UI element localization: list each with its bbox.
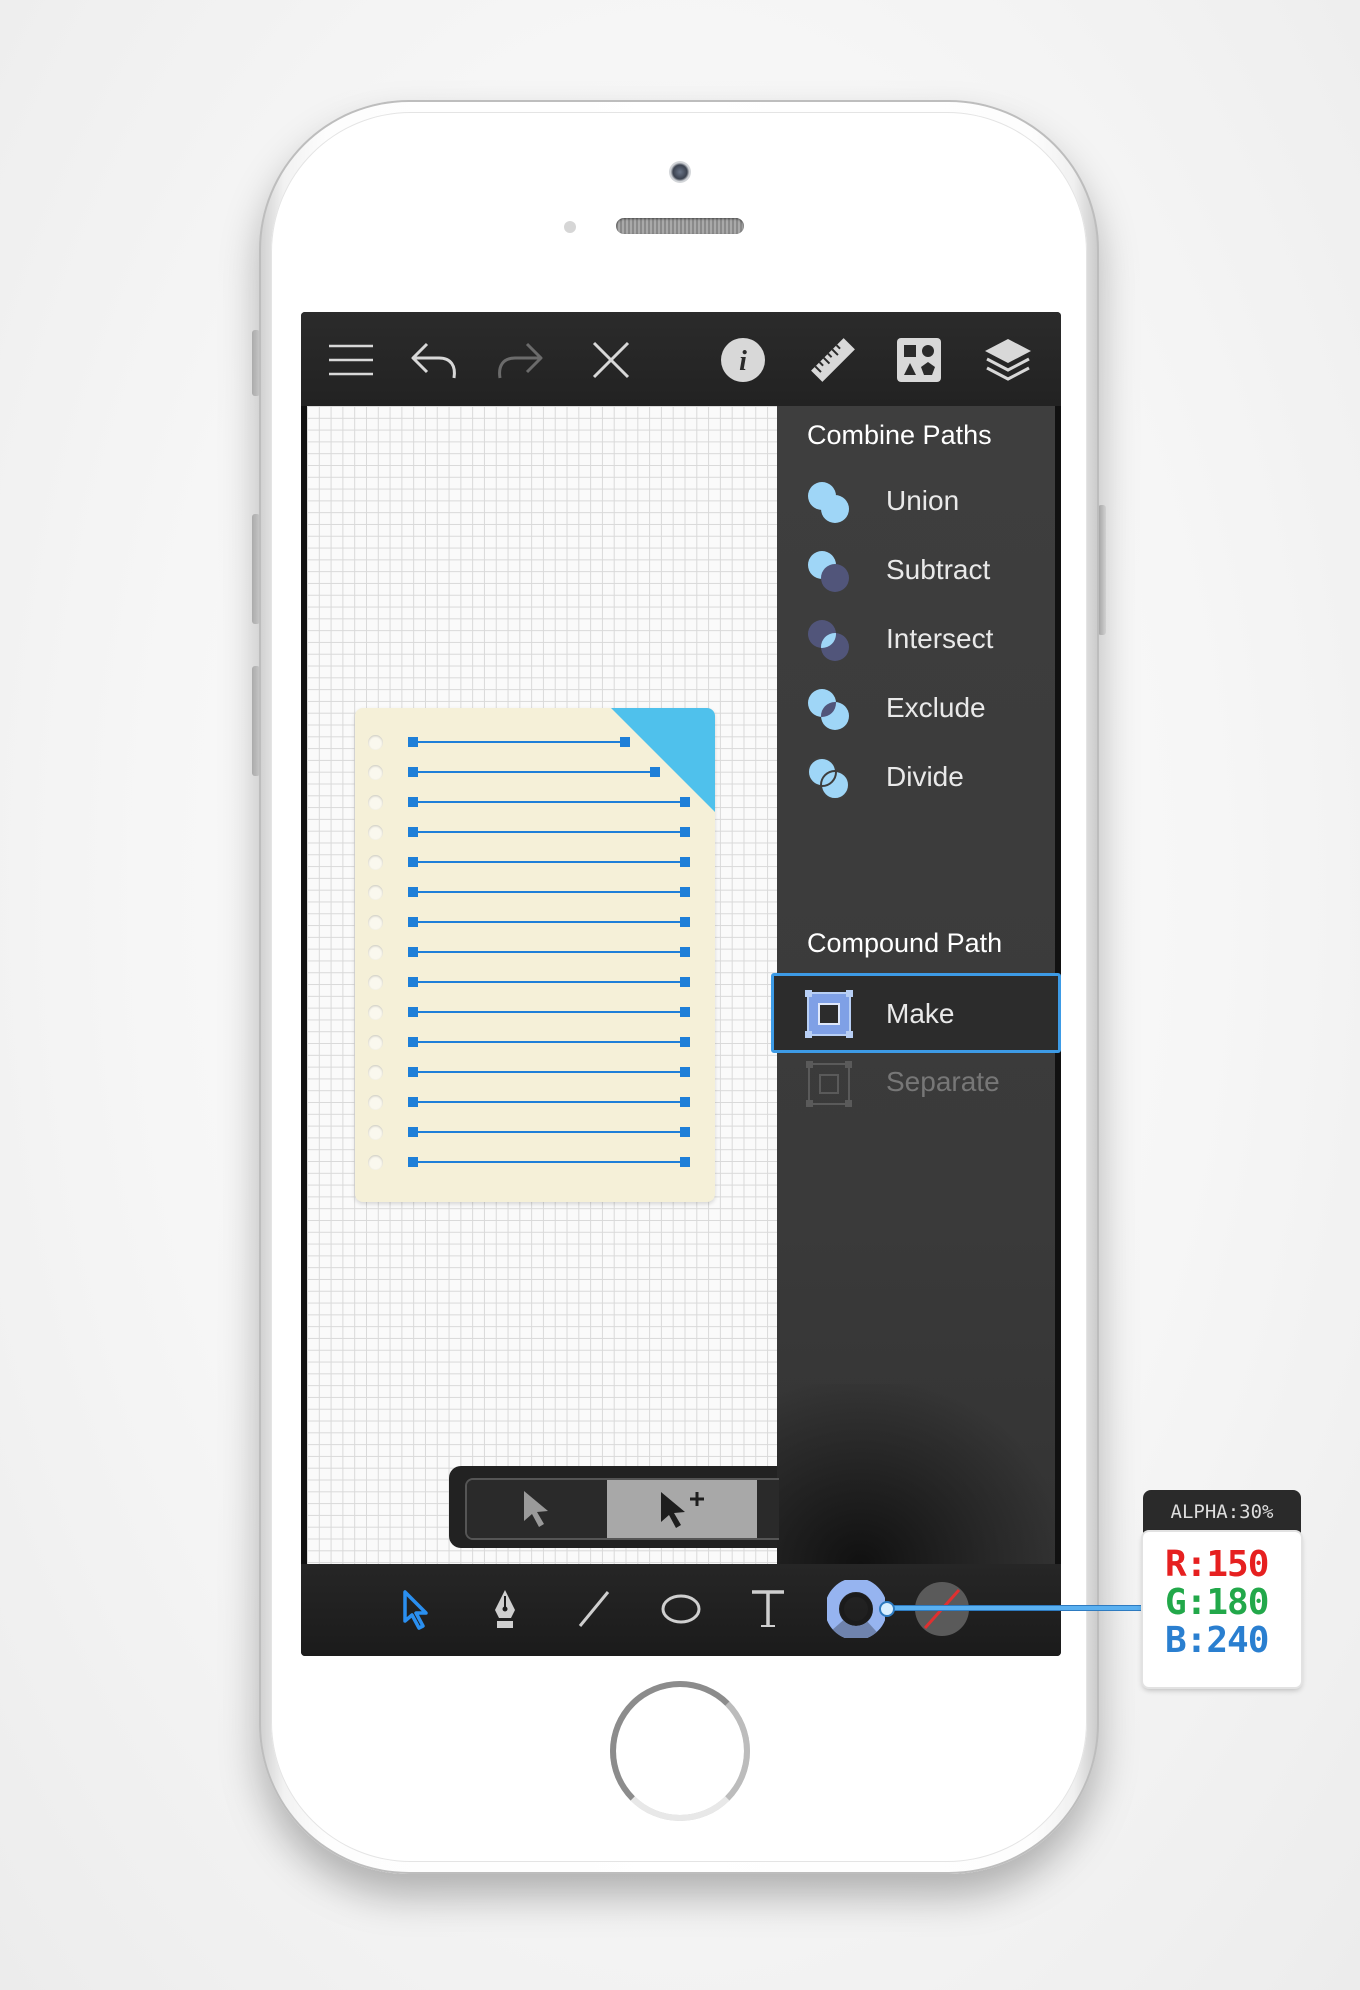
selection-arrow-icon[interactable] — [389, 1580, 447, 1638]
path-line[interactable] — [408, 1037, 690, 1047]
direct-select-mode[interactable] — [467, 1480, 607, 1538]
notepad-artwork[interactable] — [355, 708, 715, 1202]
red-value: R:150 — [1165, 1544, 1269, 1585]
make-label: Make — [886, 998, 955, 1029]
panel-shadow — [777, 1384, 1055, 1564]
notepad-hole — [368, 975, 383, 990]
shapes-icon[interactable] — [889, 330, 949, 390]
color-callout-anchor — [879, 1601, 895, 1617]
combine-paths-title: Combine Paths — [807, 420, 992, 450]
rgb-values-box: R:150 G:180 B:240 — [1143, 1532, 1301, 1687]
make-compound-item[interactable]: Make — [771, 973, 1061, 1053]
stroke-color-icon[interactable] — [827, 1580, 885, 1638]
intersect-label: Intersect — [886, 623, 994, 654]
divide-item[interactable]: Divide — [777, 737, 1055, 817]
mode-switch-edge — [757, 1480, 779, 1538]
svg-text:i: i — [739, 346, 747, 377]
power-button — [1098, 505, 1106, 635]
proximity-sensor — [564, 221, 576, 233]
layers-icon[interactable] — [978, 330, 1038, 390]
alpha-label: ALPHA:30% — [1143, 1490, 1301, 1534]
notepad-hole — [368, 1005, 383, 1020]
line-tool-icon[interactable] — [565, 1580, 623, 1638]
notepad-hole — [368, 765, 383, 780]
exclude-icon — [808, 689, 849, 730]
menu-icon[interactable] — [321, 330, 381, 390]
union-item[interactable]: Union — [777, 461, 1055, 541]
path-line[interactable] — [408, 947, 690, 957]
path-line[interactable] — [408, 827, 690, 837]
notepad-corner-fold — [611, 708, 715, 812]
top-toolbar: i — [301, 312, 1061, 406]
union-icon — [808, 482, 849, 523]
combine-paths-panel: Combine Paths Union Subtract Intersect E… — [771, 406, 1061, 1564]
notepad-hole — [368, 855, 383, 870]
exclude-label: Exclude — [886, 692, 986, 723]
divide-label: Divide — [886, 761, 964, 792]
make-compound-icon — [805, 990, 853, 1038]
notepad-hole — [368, 1125, 383, 1140]
app-screen: i Combine Paths Union Subtract Intersect… — [301, 312, 1061, 1656]
undo-icon[interactable] — [404, 330, 464, 390]
compound-path-title: Compound Path — [807, 928, 1003, 958]
notepad-hole — [368, 1035, 383, 1050]
selection-mode-switch — [449, 1466, 779, 1548]
notepad-hole — [368, 915, 383, 930]
path-line[interactable] — [408, 797, 690, 807]
separate-compound-icon — [806, 1061, 852, 1107]
pen-tool-icon[interactable] — [476, 1580, 534, 1638]
subtract-item[interactable]: Subtract — [777, 530, 1055, 610]
path-line[interactable] — [408, 917, 690, 927]
path-line[interactable] — [408, 1127, 690, 1137]
home-button[interactable] — [610, 1681, 750, 1821]
color-callout-line — [886, 1606, 1146, 1610]
notepad-hole — [368, 1065, 383, 1080]
ellipse-tool-icon[interactable] — [652, 1580, 710, 1638]
path-line[interactable] — [408, 1097, 690, 1107]
add-select-mode[interactable] — [607, 1480, 757, 1538]
intersect-item[interactable]: Intersect — [777, 599, 1055, 679]
earpiece-speaker — [616, 218, 744, 234]
text-tool-icon[interactable] — [739, 1580, 797, 1638]
notepad-hole — [368, 945, 383, 960]
drawing-canvas[interactable] — [307, 406, 777, 1564]
path-line[interactable] — [408, 767, 660, 777]
subtract-icon — [808, 551, 849, 592]
green-value: G:180 — [1165, 1582, 1269, 1623]
path-line[interactable] — [408, 857, 690, 867]
divide-icon — [807, 757, 850, 800]
union-label: Union — [886, 485, 960, 516]
notepad-hole — [368, 795, 383, 810]
redo-icon[interactable] — [490, 330, 550, 390]
path-line[interactable] — [408, 977, 690, 987]
path-line[interactable] — [408, 737, 630, 747]
front-camera — [669, 161, 691, 183]
blue-value: B:240 — [1165, 1620, 1269, 1661]
notepad-hole — [368, 735, 383, 750]
path-line[interactable] — [408, 1067, 690, 1077]
path-line[interactable] — [408, 1007, 690, 1017]
ruler-icon[interactable] — [803, 330, 863, 390]
close-icon[interactable] — [581, 330, 641, 390]
info-icon[interactable]: i — [713, 330, 773, 390]
arrow-pointer-icon — [524, 1491, 548, 1527]
notepad-hole — [368, 1155, 383, 1170]
notepad-hole — [368, 885, 383, 900]
intersect-icon — [808, 620, 849, 661]
arrow-plus-icon — [661, 1492, 704, 1528]
subtract-label: Subtract — [886, 554, 991, 585]
path-line[interactable] — [408, 887, 690, 897]
path-line[interactable] — [408, 1157, 690, 1167]
notepad-hole — [368, 1095, 383, 1110]
separate-label: Separate — [886, 1066, 1000, 1097]
exclude-item[interactable]: Exclude — [777, 668, 1055, 748]
notepad-hole — [368, 825, 383, 840]
separate-compound-item: Separate — [777, 1042, 1055, 1122]
bottom-toolbar — [301, 1564, 1061, 1656]
